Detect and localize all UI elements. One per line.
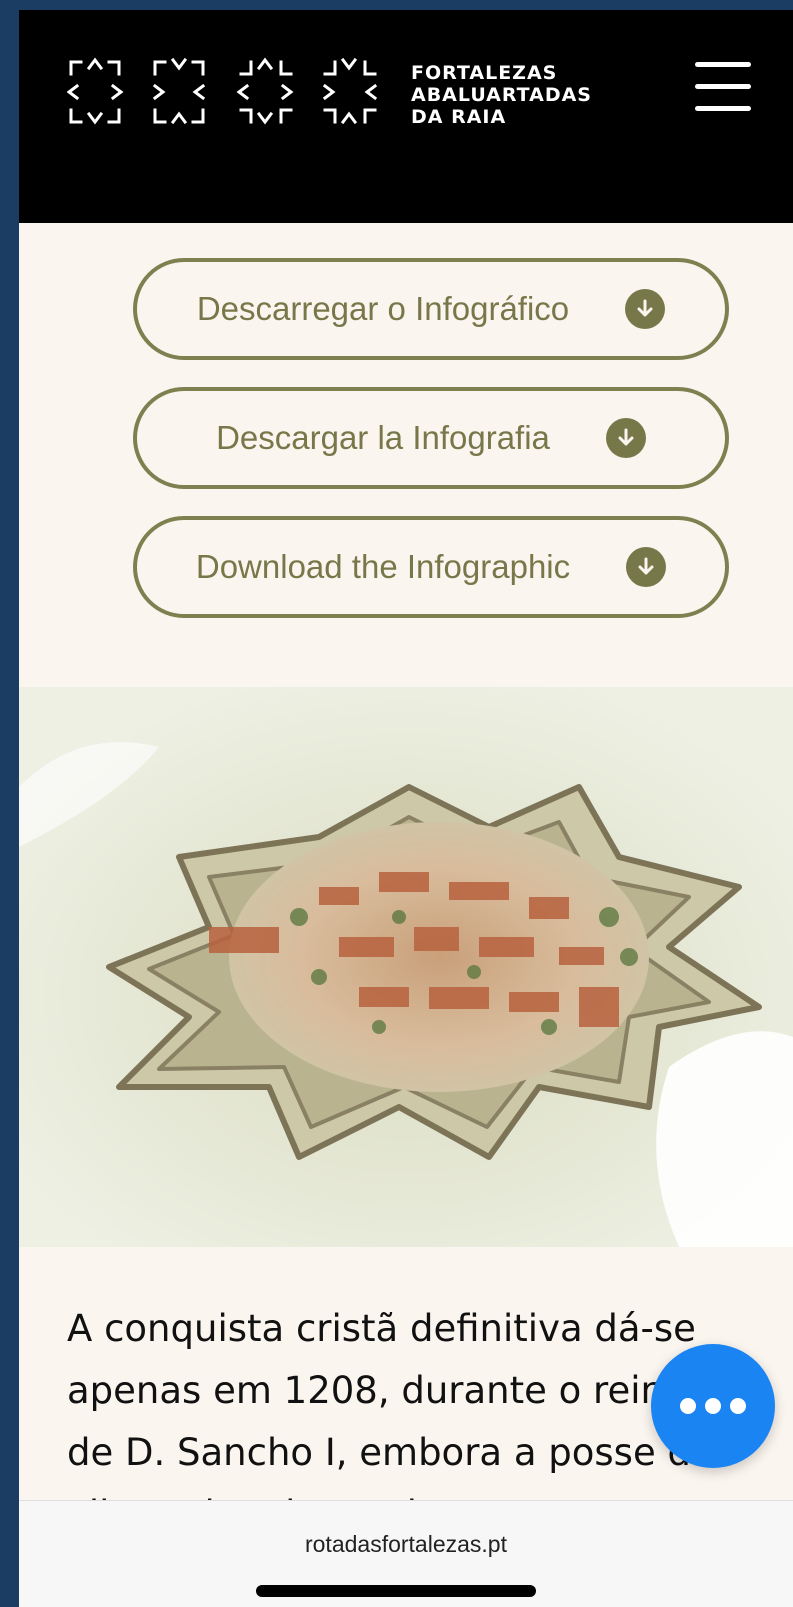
dot-icon: [705, 1398, 721, 1414]
dot-icon: [680, 1398, 696, 1414]
logo-text: FORTALEZAS ABALUARTADAS DA RAIA: [411, 62, 592, 128]
download-infographic-en-button[interactable]: Download the Infographic: [133, 516, 729, 618]
download-label: Descargar la Infografia: [216, 419, 550, 456]
download-arrow-icon: [626, 547, 667, 587]
download-infographic-es-button[interactable]: Descargar la Infografia: [133, 387, 729, 489]
logo-mark-icon: [67, 57, 378, 125]
download-arrow-icon: [605, 418, 646, 458]
logo-line-2: ABALUARTADAS: [411, 84, 592, 106]
home-indicator[interactable]: [256, 1585, 536, 1597]
url-text[interactable]: rotadasfortalezas.pt: [19, 1531, 793, 1558]
download-label: Download the Infographic: [195, 548, 571, 585]
download-arrow-icon: [625, 289, 666, 329]
hamburger-menu-icon[interactable]: [695, 60, 751, 116]
site-header: FORTALEZAS ABALUARTADAS DA RAIA: [19, 10, 793, 223]
download-label: Descarregar o Infográfico: [196, 290, 570, 327]
dot-icon: [730, 1398, 746, 1414]
download-infographic-pt-button[interactable]: Descarregar o Infográfico: [133, 258, 729, 360]
fortress-illustration: [19, 687, 793, 1247]
star-fortress-image: [19, 687, 793, 1247]
logo-line-3: DA RAIA: [411, 106, 507, 128]
more-options-button[interactable]: [651, 1344, 775, 1468]
phone-screen: FORTALEZAS ABALUARTADAS DA RAIA Descarre…: [19, 10, 793, 1607]
logo-line-1: FORTALEZAS: [411, 62, 558, 84]
download-buttons: Descarregar o Infográfico Descargar la I…: [133, 258, 733, 645]
site-logo[interactable]: FORTALEZAS ABALUARTADAS DA RAIA: [67, 54, 597, 130]
